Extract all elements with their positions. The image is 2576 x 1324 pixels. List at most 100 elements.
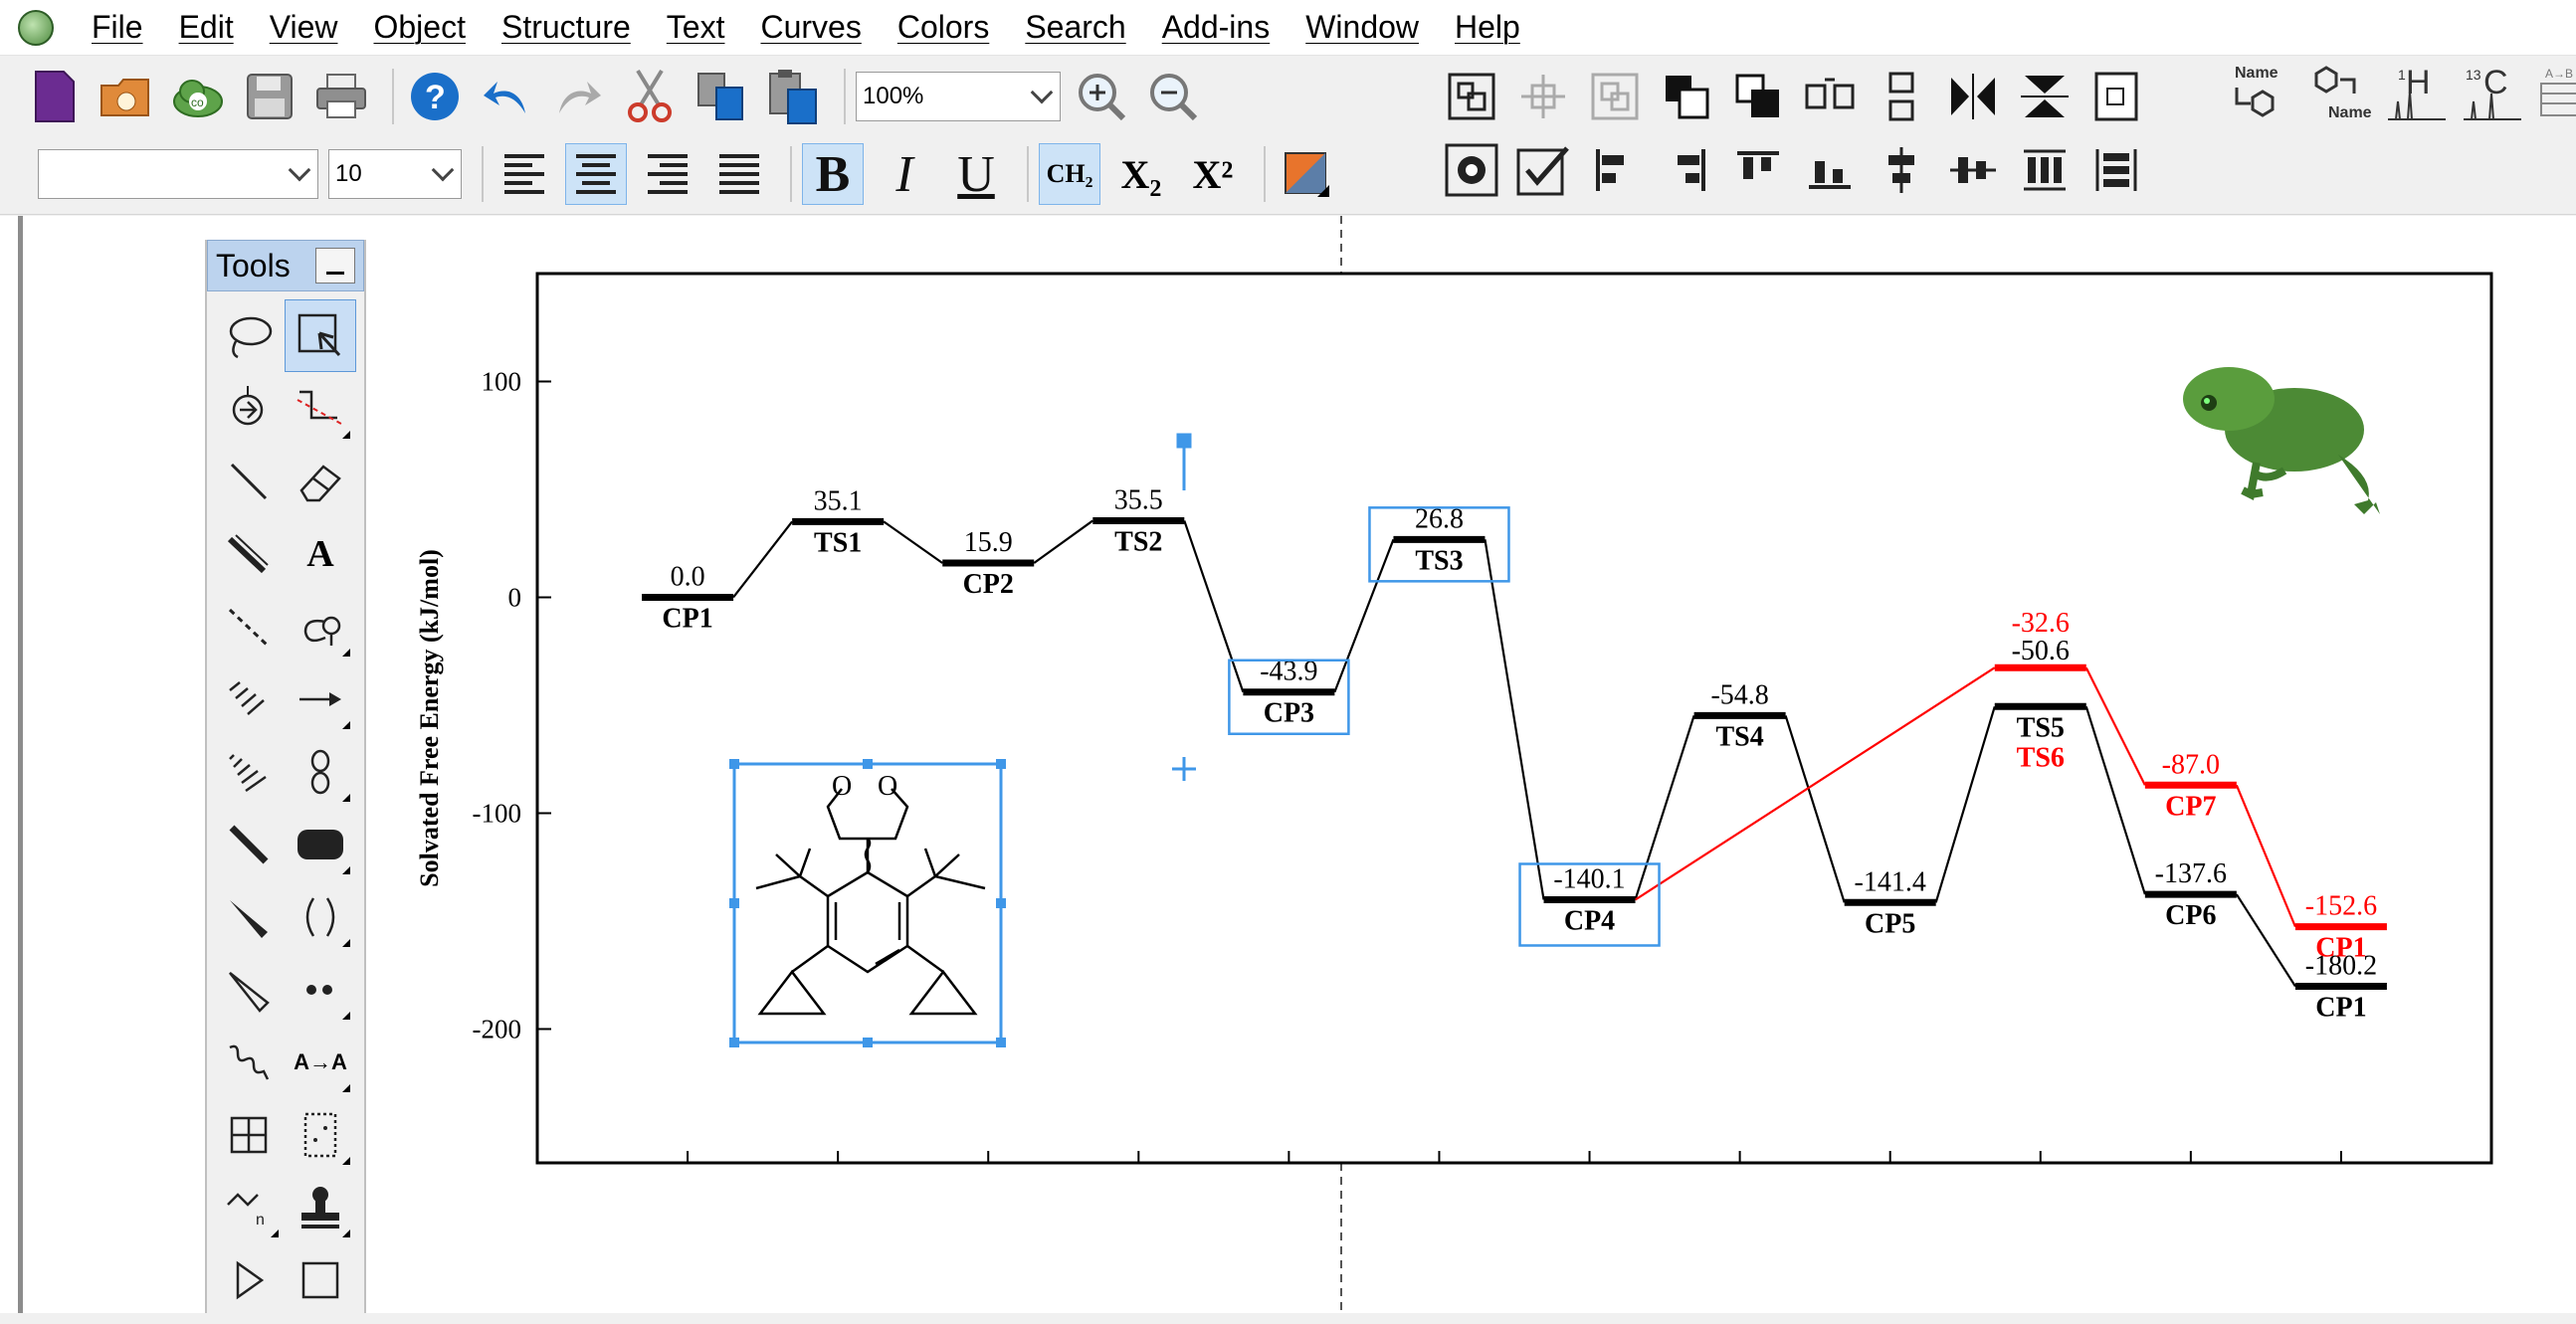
- menu-window[interactable]: Window: [1288, 9, 1437, 46]
- y-tick-label[interactable]: 0: [508, 582, 522, 612]
- menu-search[interactable]: Search: [1007, 9, 1143, 46]
- menu-edit[interactable]: Edit: [161, 9, 252, 46]
- document-canvas[interactable]: Tools A A→A n 100 0 -100 -200 Solvated F…: [0, 216, 2576, 1313]
- center-vertical-button[interactable]: [1871, 139, 1932, 201]
- species-label[interactable]: CP1: [2315, 933, 2366, 964]
- reaction-table-button[interactable]: A→B: [2535, 62, 2576, 123]
- y-tick-label[interactable]: 100: [482, 366, 522, 396]
- menu-view[interactable]: View: [252, 9, 356, 46]
- name-to-structure-button[interactable]: Name: [2225, 62, 2294, 123]
- energy-value-label[interactable]: -50.6: [2012, 636, 2070, 666]
- rotate-button[interactable]: [1799, 66, 1861, 127]
- cloud-open-button[interactable]: co: [167, 66, 229, 127]
- energy-value-label[interactable]: 35.1: [814, 485, 863, 516]
- font-name-select[interactable]: [38, 149, 318, 199]
- new-document-button[interactable]: [24, 66, 86, 127]
- y-axis-label[interactable]: Solvated Free Energy (kJ/mol): [415, 549, 444, 887]
- group-button[interactable]: [1441, 66, 1502, 127]
- mirror-vertical-button[interactable]: [2014, 66, 2076, 127]
- zoom-in-button[interactable]: [1071, 66, 1132, 127]
- copy-button[interactable]: [691, 66, 752, 127]
- flip-horizontal-button[interactable]: [1942, 66, 2004, 127]
- align-right-button[interactable]: [637, 143, 698, 205]
- settings-button[interactable]: [1441, 139, 1502, 201]
- align-right-edges-button[interactable]: [1656, 139, 1717, 201]
- page-setup-button[interactable]: [2085, 66, 2147, 127]
- check-structure-button[interactable]: [1512, 139, 1574, 201]
- species-label[interactable]: CP5: [1865, 908, 1915, 939]
- subscript-button[interactable]: X₂: [1110, 143, 1172, 205]
- species-label[interactable]: CP2: [963, 569, 1014, 600]
- color-button[interactable]: [1276, 143, 1337, 205]
- y-tick-label[interactable]: -200: [473, 1014, 522, 1043]
- superscript-button[interactable]: X²: [1182, 143, 1244, 205]
- save-button[interactable]: [239, 66, 300, 127]
- menu-text[interactable]: Text: [649, 9, 743, 46]
- font-size-value: 10: [335, 160, 362, 187]
- species-label[interactable]: CP7: [2165, 791, 2216, 822]
- species-label[interactable]: TS2: [1114, 526, 1162, 557]
- open-button[interactable]: [96, 66, 157, 127]
- energy-value-label[interactable]: -87.0: [2162, 749, 2220, 780]
- center-horizontal-button[interactable]: [1942, 139, 2004, 201]
- species-label[interactable]: CP6: [2165, 900, 2216, 931]
- help-button[interactable]: ?: [404, 66, 466, 127]
- join-button[interactable]: [1584, 66, 1646, 127]
- menu-colors[interactable]: Colors: [880, 9, 1007, 46]
- menu-curves[interactable]: Curves: [742, 9, 879, 46]
- energy-value-label[interactable]: 0.0: [671, 561, 705, 592]
- redo-button[interactable]: [547, 66, 609, 127]
- energy-value-label[interactable]: 35.5: [1114, 484, 1163, 515]
- paste-button[interactable]: [762, 66, 824, 127]
- species-label[interactable]: TS4: [1715, 721, 1763, 752]
- bold-button[interactable]: B: [802, 143, 864, 205]
- menu-file[interactable]: File: [74, 9, 161, 46]
- underline-button[interactable]: U: [945, 143, 1007, 205]
- menu-help[interactable]: Help: [1437, 9, 1538, 46]
- menu-structure[interactable]: Structure: [484, 9, 649, 46]
- zoom-out-button[interactable]: [1142, 66, 1204, 127]
- zoom-select[interactable]: 100%: [856, 72, 1061, 121]
- align-left-button[interactable]: [494, 143, 555, 205]
- bring-to-front-button[interactable]: [1656, 66, 1717, 127]
- species-label[interactable]: CP4: [1564, 905, 1615, 936]
- flip-vertical-button[interactable]: [1871, 66, 1932, 127]
- drawing-surface[interactable]: 100 0 -100 -200 Solvated Free Energy (kJ/mol…: [0, 216, 2576, 1313]
- menu-add-ins[interactable]: Add-ins: [1144, 9, 1288, 46]
- predict-13c-nmr-button[interactable]: 13 C: [2460, 62, 2525, 123]
- send-to-back-button[interactable]: [1727, 66, 1789, 127]
- energy-value-label[interactable]: -54.8: [1710, 679, 1768, 710]
- species-label[interactable]: CP1: [2315, 993, 2366, 1024]
- species-label[interactable]: TS1: [814, 527, 862, 558]
- justify-button[interactable]: [708, 143, 770, 205]
- species-label[interactable]: TS5: [2017, 712, 2065, 743]
- distribute-horizontal-button[interactable]: [2014, 139, 2076, 201]
- energy-value-label[interactable]: -32.6: [2012, 608, 2070, 639]
- species-label[interactable]: TS6: [2017, 742, 2065, 773]
- align-top-edges-button[interactable]: [1727, 139, 1789, 201]
- energy-value-label[interactable]: -137.6: [2155, 858, 2227, 889]
- print-button[interactable]: [310, 66, 372, 127]
- species-label[interactable]: TS3: [1415, 545, 1463, 576]
- bring-to-front-icon: [1666, 76, 1709, 119]
- structure-to-name-button[interactable]: Name: [2304, 62, 2374, 123]
- species-label[interactable]: CP1: [662, 603, 712, 634]
- undo-button[interactable]: [476, 66, 537, 127]
- align-center-button[interactable]: [565, 143, 627, 205]
- italic-button[interactable]: I: [874, 143, 935, 205]
- font-size-select[interactable]: 10: [328, 149, 462, 199]
- chemical-style-button[interactable]: CH₂: [1039, 143, 1100, 205]
- ungroup-button[interactable]: [1512, 66, 1574, 127]
- predict-1h-nmr-button[interactable]: 1H: [2384, 62, 2450, 123]
- energy-value-label[interactable]: -152.6: [2305, 891, 2377, 922]
- menu-object[interactable]: Object: [355, 9, 483, 46]
- y-tick-label[interactable]: -100: [473, 798, 522, 828]
- distribute-vertical-button[interactable]: [2085, 139, 2147, 201]
- energy-value-label[interactable]: 15.9: [964, 527, 1013, 558]
- cut-button[interactable]: [619, 66, 681, 127]
- energy-value-label[interactable]: -140.1: [1553, 863, 1625, 894]
- align-left-edges-button[interactable]: [1584, 139, 1646, 201]
- species-label[interactable]: CP3: [1264, 698, 1314, 729]
- align-bottom-edges-button[interactable]: [1799, 139, 1861, 201]
- energy-value-label[interactable]: -141.4: [1855, 866, 1926, 897]
